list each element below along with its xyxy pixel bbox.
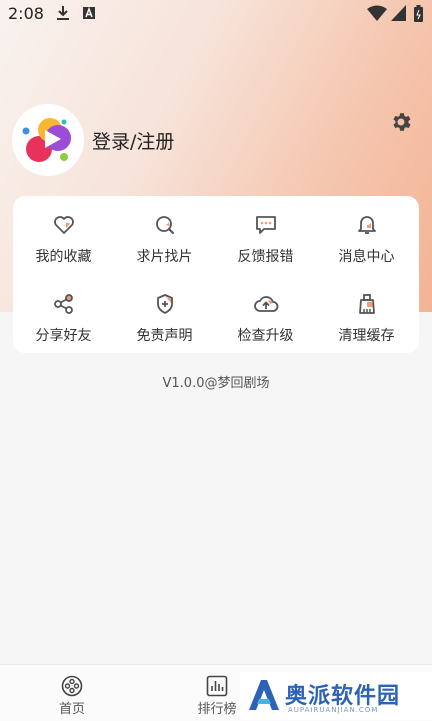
menu-item-clear-cache[interactable]: 清理缓存 <box>316 280 417 350</box>
status-time: 2:08 <box>8 4 44 23</box>
heart-icon <box>53 216 74 234</box>
signal-icon <box>391 5 406 21</box>
avatar[interactable] <box>12 104 84 176</box>
chart-icon <box>206 675 228 697</box>
search-film-icon <box>155 216 174 234</box>
menu-item-label: 我的收藏 <box>35 249 92 265</box>
menu-item-label: 清理缓存 <box>338 328 395 344</box>
a-icon <box>83 6 95 19</box>
menu-item-label: 求片找片 <box>136 249 193 265</box>
menu-item-label: 检查升级 <box>237 328 294 344</box>
feedback-icon <box>255 216 276 234</box>
broom-icon <box>358 294 375 314</box>
menu-item-check-update[interactable]: 检查升级 <box>215 280 316 350</box>
battery-icon <box>414 5 423 22</box>
cloud-upload-icon <box>253 296 278 312</box>
menu-item-request-film[interactable]: 求片找片 <box>114 201 215 271</box>
menu-item-feedback[interactable]: 反馈报错 <box>215 201 316 271</box>
shield-icon <box>156 294 173 314</box>
share-icon <box>53 294 73 314</box>
app-logo-avatar <box>12 104 84 176</box>
nav-label: 首页 <box>58 702 85 717</box>
function-menu-card: 我的收藏 求片找片 反馈报错 消息中心 分享好友 免责声明 检查升级 清理缓存 <box>13 196 419 353</box>
film-reel-icon <box>61 675 83 697</box>
status-bar: 2:08 <box>0 0 432 28</box>
menu-item-share[interactable]: 分享好友 <box>13 280 114 350</box>
bell-icon <box>357 216 376 234</box>
menu-item-disclaimer[interactable]: 免责声明 <box>114 280 215 350</box>
menu-item-label: 反馈报错 <box>237 249 294 265</box>
gear-icon[interactable] <box>389 110 413 134</box>
menu-item-label: 消息中心 <box>338 249 395 265</box>
menu-item-messages[interactable]: 消息中心 <box>316 201 417 271</box>
menu-item-label: 分享好友 <box>35 328 92 344</box>
menu-item-favorites[interactable]: 我的收藏 <box>13 201 114 271</box>
download-icon <box>57 6 69 20</box>
watermark-subtext: AUPAIRUANJIAN.COM <box>288 706 379 714</box>
login-register-link[interactable]: 登录/注册 <box>92 127 174 154</box>
watermark-logo-icon <box>249 680 279 710</box>
nav-item-home[interactable]: 首页 <box>27 665 117 717</box>
wifi-icon <box>367 5 387 21</box>
version-text: V1.0.0@梦回剧场 <box>162 376 270 391</box>
menu-item-label: 免责声明 <box>136 328 193 344</box>
watermark: 奥派软件园 AUPAIRUANJIAN.COM <box>240 672 432 720</box>
